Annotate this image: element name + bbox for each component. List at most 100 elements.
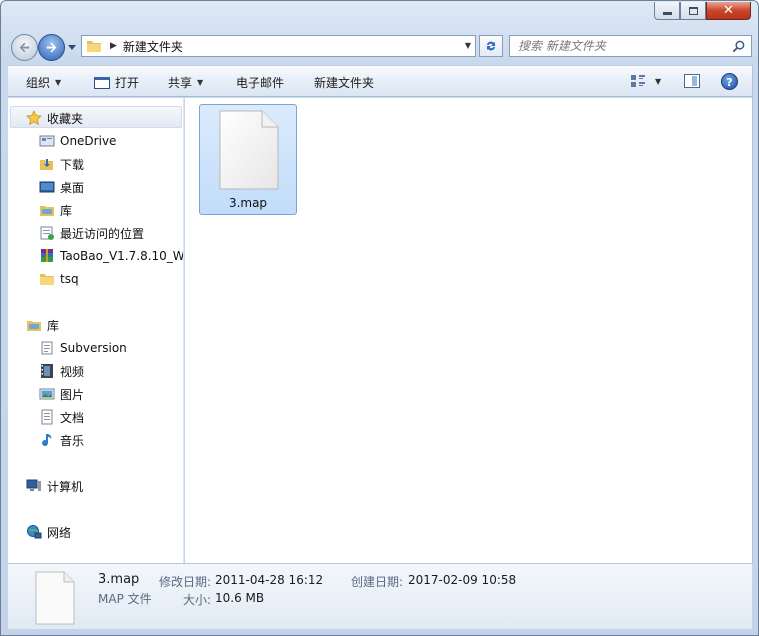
documents-icon	[39, 409, 55, 425]
address-history-dropdown[interactable]: ▼	[465, 41, 471, 50]
details-size-label: 大小:	[183, 593, 212, 607]
sidebar-group-label: 计算机	[47, 479, 84, 494]
close-icon: ✕	[723, 3, 734, 18]
address-bar[interactable]: ▶ 新建文件夹 ▼	[81, 35, 476, 57]
window-caption-buttons: ✕	[654, 2, 751, 20]
star-icon	[26, 110, 42, 126]
minimize-icon	[662, 12, 672, 15]
video-icon	[39, 363, 55, 379]
new-folder-label: 新建文件夹	[314, 76, 375, 90]
search-box[interactable]	[509, 35, 752, 57]
sidebar-item-label: OneDrive	[60, 134, 117, 148]
close-button[interactable]: ✕	[706, 2, 751, 20]
sidebar-group-libraries[interactable]: 库	[26, 316, 59, 334]
details-file-type: MAP 文件	[98, 592, 152, 606]
command-bar: 组织 ▼ 打开 共享 ▼ 电子邮件 新建文件夹 ▼ ?	[8, 65, 752, 97]
sidebar-item-taobao[interactable]: TaoBao_V1.7.8.10_Wi	[39, 247, 184, 265]
refresh-button[interactable]	[479, 35, 503, 57]
sidebar-item-downloads[interactable]: 下载	[39, 155, 84, 173]
sidebar-group-favorites[interactable]: 收藏夹	[26, 109, 83, 127]
change-view-icon[interactable]	[630, 73, 646, 89]
details-file-name: 3.map	[98, 572, 140, 587]
recent-pages-dropdown[interactable]	[67, 43, 77, 53]
sidebar-item-onedrive[interactable]: OneDrive	[39, 132, 116, 150]
sidebar-group-network[interactable]: 网络	[26, 523, 71, 541]
chevron-down-icon: ▼	[197, 78, 204, 87]
open-window-icon	[94, 76, 110, 89]
details-pane: 3.map MAP 文件 修改日期: 2011-04-28 16:12 创建日期…	[8, 563, 752, 629]
sidebar-item-library[interactable]: 库	[39, 201, 72, 219]
subversion-icon	[39, 340, 55, 356]
back-button[interactable]	[11, 34, 38, 61]
organize-button[interactable]: 组织 ▼	[26, 74, 61, 91]
back-arrow-icon	[19, 42, 30, 53]
sidebar-item-label: 桌面	[60, 180, 85, 195]
navigation-pane[interactable]: 收藏夹 OneDrive 下载 桌面 库 最近访问的位置 TaoBao_V1.7…	[8, 98, 184, 563]
computer-icon	[26, 478, 42, 494]
folder-icon	[39, 271, 55, 287]
email-label: 电子邮件	[236, 76, 285, 90]
open-label: 打开	[115, 76, 140, 90]
desktop-icon	[39, 179, 55, 195]
sidebar-item-videos[interactable]: 视频	[39, 362, 84, 380]
sidebar-group-label: 网络	[47, 525, 72, 540]
sidebar-item-label: 下载	[60, 157, 85, 172]
details-created-label: 创建日期:	[351, 575, 404, 589]
sidebar-item-tsq[interactable]: tsq	[39, 270, 79, 288]
music-icon	[39, 432, 55, 448]
file-list-pane[interactable]: 3.map	[185, 98, 752, 563]
file-icon	[219, 110, 279, 190]
file-icon	[35, 571, 75, 625]
maximize-button[interactable]	[680, 2, 706, 20]
sidebar-item-recent-places[interactable]: 最近访问的位置	[39, 224, 144, 242]
breadcrumb-separator-icon[interactable]: ▶	[110, 41, 117, 51]
refresh-icon	[487, 41, 495, 51]
sidebar-item-music[interactable]: 音乐	[39, 431, 84, 449]
share-label: 共享	[168, 76, 193, 90]
details-created-value[interactable]: 2017-02-09 10:58	[408, 573, 516, 587]
search-input[interactable]	[518, 39, 728, 53]
archive-icon	[39, 248, 55, 264]
help-icon[interactable]: ?	[721, 73, 738, 90]
new-folder-button[interactable]: 新建文件夹	[314, 74, 374, 91]
sidebar-item-pictures[interactable]: 图片	[39, 385, 84, 403]
explorer-window: ✕ ▶ 新建文件夹 ▼ 组织 ▼ 打开	[0, 0, 759, 636]
details-modified-label: 修改日期:	[159, 575, 212, 589]
library-icon	[26, 317, 42, 333]
sidebar-group-label: 库	[47, 318, 60, 333]
sidebar-item-label: TaoBao_V1.7.8.10_Wi	[60, 249, 184, 263]
file-item[interactable]: 3.map	[199, 104, 297, 215]
open-button[interactable]: 打开	[94, 74, 139, 91]
organize-label: 组织	[26, 76, 51, 90]
view-options-dropdown[interactable]: ▼	[655, 77, 661, 86]
sidebar-item-label: 库	[60, 203, 73, 218]
chevron-down-icon	[68, 45, 76, 50]
details-modified-value[interactable]: 2011-04-28 16:12	[215, 573, 323, 587]
file-name: 3.map	[228, 196, 268, 210]
sidebar-item-desktop[interactable]: 桌面	[39, 178, 84, 196]
pane-border	[752, 65, 753, 563]
minimize-button[interactable]	[654, 2, 680, 20]
chevron-down-icon: ▼	[55, 78, 62, 87]
preview-pane-icon[interactable]	[684, 74, 700, 88]
sidebar-item-label: tsq	[60, 272, 79, 286]
sidebar-item-label: 最近访问的位置	[60, 226, 145, 241]
search-icon[interactable]	[732, 40, 745, 53]
details-size-value: 10.6 MB	[215, 591, 265, 605]
network-icon	[26, 524, 42, 540]
sidebar-group-computer[interactable]: 计算机	[26, 477, 83, 495]
share-button[interactable]: 共享 ▼	[168, 74, 203, 91]
folder-icon	[87, 41, 101, 52]
pictures-icon	[39, 386, 55, 402]
sidebar-item-label: Subversion	[60, 341, 127, 355]
email-button[interactable]: 电子邮件	[236, 74, 284, 91]
breadcrumb-current[interactable]: 新建文件夹	[123, 38, 183, 55]
sidebar-item-subversion[interactable]: Subversion	[39, 339, 127, 357]
forward-arrow-icon	[46, 42, 57, 53]
sidebar-item-documents[interactable]: 文档	[39, 408, 84, 426]
forward-button[interactable]	[38, 34, 65, 61]
maximize-icon	[688, 6, 698, 15]
recent-places-icon	[39, 225, 55, 241]
library-icon	[39, 202, 55, 218]
sidebar-item-label: 音乐	[60, 433, 85, 448]
